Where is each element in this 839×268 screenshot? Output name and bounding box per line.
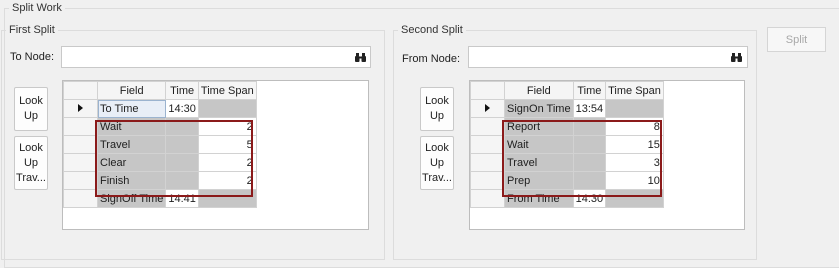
split-work-title: Split Work bbox=[9, 2, 65, 15]
time-cell[interactable] bbox=[572, 153, 607, 172]
first-split-title: First Split bbox=[6, 24, 58, 37]
field-cell[interactable]: Report bbox=[504, 117, 574, 136]
time-cell[interactable]: 14:30 bbox=[572, 189, 607, 208]
row-header[interactable] bbox=[63, 117, 98, 136]
table-row[interactable]: From Time 14:30 bbox=[470, 189, 664, 208]
binoculars-icon[interactable] bbox=[352, 48, 368, 66]
look-up-button[interactable]: Look Up bbox=[14, 87, 48, 131]
second-split-table: Field Time Time Span SignOn Time 13:54 R… bbox=[470, 81, 664, 208]
time-span-cell[interactable]: 8 bbox=[605, 117, 664, 136]
look-up-travel-button[interactable]: Look Up Trav... bbox=[14, 136, 48, 190]
table-row[interactable]: To Time 14:30 bbox=[63, 99, 257, 118]
field-cell[interactable]: Travel bbox=[504, 153, 574, 172]
field-cell[interactable]: Wait bbox=[96, 117, 167, 136]
column-header-time[interactable]: Time bbox=[165, 81, 199, 100]
column-header-field[interactable]: Field bbox=[96, 81, 167, 100]
time-span-cell[interactable]: 2 bbox=[197, 117, 257, 136]
row-header[interactable] bbox=[63, 189, 98, 208]
row-header[interactable] bbox=[470, 99, 505, 118]
column-header-time[interactable]: Time bbox=[572, 81, 607, 100]
field-cell[interactable]: Wait bbox=[504, 135, 574, 154]
table-row[interactable]: Travel 3 bbox=[470, 153, 664, 172]
row-header[interactable] bbox=[63, 153, 98, 172]
table-row[interactable]: Wait 15 bbox=[470, 135, 664, 154]
time-span-cell[interactable] bbox=[605, 189, 664, 208]
field-cell[interactable]: Prep bbox=[504, 171, 574, 190]
time-cell[interactable]: 13:54 bbox=[572, 99, 607, 118]
grid-corner bbox=[470, 81, 505, 100]
column-header-field[interactable]: Field bbox=[504, 81, 574, 100]
row-header[interactable] bbox=[63, 135, 98, 154]
row-header[interactable] bbox=[63, 99, 98, 118]
look-up-button[interactable]: Look Up bbox=[420, 87, 454, 131]
binoculars-icon[interactable] bbox=[728, 48, 744, 66]
table-row[interactable]: Travel 5 bbox=[63, 135, 257, 154]
time-cell[interactable]: 14:41 bbox=[165, 189, 199, 208]
from-node-input[interactable] bbox=[468, 46, 748, 68]
time-cell[interactable] bbox=[572, 171, 607, 190]
time-cell[interactable] bbox=[572, 135, 607, 154]
field-cell[interactable]: Clear bbox=[96, 153, 167, 172]
time-cell[interactable] bbox=[165, 153, 199, 172]
column-header-time-span[interactable]: Time Span bbox=[605, 81, 664, 100]
table-row[interactable]: Wait 2 bbox=[63, 117, 257, 136]
row-header[interactable] bbox=[470, 153, 505, 172]
second-split-grid[interactable]: Field Time Time Span SignOn Time 13:54 R… bbox=[469, 80, 745, 230]
time-span-cell[interactable]: 3 bbox=[605, 153, 664, 172]
time-span-cell[interactable]: 15 bbox=[605, 135, 664, 154]
to-node-label: To Node: bbox=[10, 51, 55, 63]
table-row[interactable]: SignOn Time 13:54 bbox=[470, 99, 664, 118]
field-cell[interactable]: SignOff Time bbox=[96, 189, 167, 208]
field-cell[interactable]: To Time bbox=[96, 99, 167, 118]
time-cell[interactable] bbox=[165, 117, 199, 136]
from-node-label: From Node: bbox=[402, 53, 461, 65]
field-cell[interactable]: From Time bbox=[504, 189, 574, 208]
row-header[interactable] bbox=[470, 135, 505, 154]
row-header[interactable] bbox=[470, 189, 505, 208]
table-row[interactable]: Prep 10 bbox=[470, 171, 664, 190]
second-split-title: Second Split bbox=[398, 24, 466, 37]
time-span-cell[interactable] bbox=[197, 99, 257, 118]
field-cell[interactable]: Finish bbox=[96, 171, 167, 190]
time-cell[interactable]: 14:30 bbox=[165, 99, 199, 118]
current-row-arrow-icon bbox=[485, 103, 490, 112]
first-split-grid[interactable]: Field Time Time Span To Time 14:30 Wait … bbox=[62, 80, 369, 230]
first-split-table: Field Time Time Span To Time 14:30 Wait … bbox=[63, 81, 257, 208]
column-header-time-span[interactable]: Time Span bbox=[197, 81, 257, 100]
time-span-cell[interactable] bbox=[605, 99, 664, 118]
row-header[interactable] bbox=[63, 171, 98, 190]
row-header[interactable] bbox=[470, 171, 505, 190]
time-span-cell[interactable]: 2 bbox=[197, 171, 257, 190]
current-row-arrow-icon bbox=[78, 103, 83, 112]
split-button[interactable]: Split bbox=[767, 27, 826, 52]
field-cell[interactable]: Travel bbox=[96, 135, 167, 154]
table-row[interactable]: Finish 2 bbox=[63, 171, 257, 190]
time-span-cell[interactable]: 10 bbox=[605, 171, 664, 190]
table-row[interactable]: SignOff Time 14:41 bbox=[63, 189, 257, 208]
time-span-cell[interactable]: 2 bbox=[197, 153, 257, 172]
time-cell[interactable] bbox=[572, 117, 607, 136]
time-cell[interactable] bbox=[165, 135, 199, 154]
row-header[interactable] bbox=[470, 117, 505, 136]
grid-corner bbox=[63, 81, 98, 100]
time-span-cell[interactable] bbox=[197, 189, 257, 208]
field-cell[interactable]: SignOn Time bbox=[504, 99, 574, 118]
table-row[interactable]: Clear 2 bbox=[63, 153, 257, 172]
to-node-input[interactable] bbox=[61, 46, 371, 68]
look-up-travel-button[interactable]: Look Up Trav... bbox=[420, 136, 454, 190]
table-row[interactable]: Report 8 bbox=[470, 117, 664, 136]
time-span-cell[interactable]: 5 bbox=[197, 135, 257, 154]
time-cell[interactable] bbox=[165, 171, 199, 190]
